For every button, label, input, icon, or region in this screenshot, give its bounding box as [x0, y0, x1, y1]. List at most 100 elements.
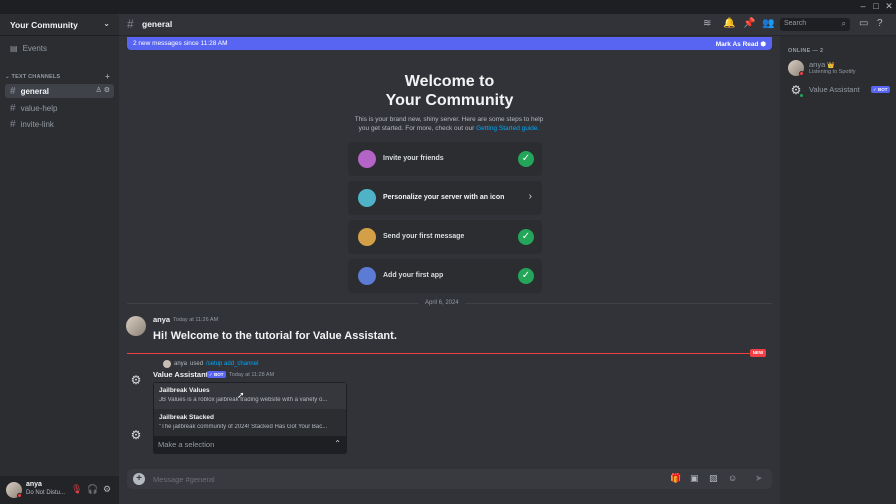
bot-badge: ✓ BOT: [207, 371, 226, 378]
mark-as-read-button[interactable]: Mark As Read ⬢: [716, 40, 766, 48]
help-icon[interactable]: ?: [877, 18, 883, 29]
send-icon[interactable]: ➤: [755, 473, 763, 484]
dnd-status-icon: [17, 493, 22, 498]
minimize-icon[interactable]: –: [857, 1, 869, 11]
server-header[interactable]: Your Community ⌄: [0, 14, 119, 36]
threads-icon[interactable]: ≋: [703, 18, 711, 29]
getting-started-link[interactable]: Getting Started guide.: [476, 125, 539, 132]
headphones-muted-icon[interactable]: 🎧: [87, 484, 98, 495]
task-invite-friends[interactable]: Invite your friends ✓: [348, 142, 542, 176]
select-placeholder: Make a selection: [158, 440, 215, 449]
events-label: Events: [22, 44, 48, 53]
app-icon: [358, 267, 376, 285]
member-value-assistant[interactable]: ⚙ Value Assistant ✓ BOT: [788, 80, 892, 100]
new-messages-banner[interactable]: 2 new messages since 11:28 AM Mark As Re…: [127, 37, 772, 50]
mouse-cursor-icon: ➚: [237, 390, 245, 400]
member-list-icon[interactable]: 👥: [762, 18, 774, 29]
server-name: Your Community: [10, 19, 78, 30]
slash-command[interactable]: /setup add_channel: [206, 361, 258, 367]
channel-label: invite-link: [20, 119, 54, 129]
member-name: Value Assistant: [809, 85, 860, 94]
avatar[interactable]: [126, 316, 146, 336]
option-description: "The jailbreak community of 2024! Stacke…: [159, 424, 328, 430]
events-link[interactable]: ▤ Events: [10, 44, 47, 53]
member-activity: Listening to Spotify: [809, 69, 856, 75]
date-divider: April 6, 2024: [419, 300, 465, 306]
online-header: ONLINE — 2: [788, 48, 824, 54]
command-reply-context[interactable]: anya used /setup add_channel: [163, 360, 258, 368]
hash-icon: #: [10, 102, 16, 114]
task-label: Personalize your server with an icon: [383, 194, 505, 201]
add-member-icon[interactable]: ♙: [95, 87, 101, 94]
online-status-icon: [799, 93, 804, 98]
sticker-icon[interactable]: ▧: [709, 473, 718, 484]
welcome-title-line1: Welcome to: [404, 73, 495, 90]
hash-icon: #: [10, 85, 16, 97]
mark-read-icon: ⬢: [760, 41, 766, 48]
option-title: Jailbreak Values: [159, 387, 210, 394]
check-icon: ✓: [518, 268, 534, 284]
reply-user: anya: [174, 361, 188, 367]
user-status: Do Not Distu...: [26, 490, 66, 496]
inbox-icon[interactable]: ▭: [859, 18, 868, 29]
member-anya[interactable]: anya 👑 Listening to Spotify: [788, 58, 892, 78]
gift-icon[interactable]: 🎁: [670, 473, 681, 484]
channel-value-help[interactable]: # value-help: [5, 101, 114, 115]
add-channel-icon[interactable]: +: [105, 72, 110, 81]
username: anya: [26, 481, 42, 488]
check-icon: ✓: [518, 229, 534, 245]
channel-sidebar: Your Community ⌄ ▤ Events ⌄ TEXT CHANNEL…: [0, 14, 119, 504]
chat-area: 2 new messages since 11:28 AM Mark As Re…: [119, 36, 780, 504]
message-author[interactable]: anya: [153, 315, 170, 324]
task-label: Invite your friends: [383, 155, 444, 162]
brush-icon: [358, 189, 376, 207]
message-composer[interactable]: + Message #general 🎁 ▣ ▧ ☺ ➤: [127, 469, 772, 489]
pin-icon[interactable]: 📌: [743, 18, 755, 29]
close-icon[interactable]: ✕: [883, 1, 895, 12]
message-timestamp: Today at 11:28 AM: [229, 372, 275, 378]
user-panel: anya Do Not Distu... 🎙 🎧 ⚙: [0, 476, 119, 504]
mic-muted-icon[interactable]: 🎙: [71, 484, 82, 495]
task-add-app[interactable]: Add your first app ✓: [348, 259, 542, 293]
category-text-channels[interactable]: ⌄ TEXT CHANNELS +: [5, 72, 114, 81]
task-label: Add your first app: [383, 272, 444, 279]
bot-badge: ✓ BOT: [871, 86, 890, 93]
chevron-up-icon: ⌃: [334, 439, 341, 448]
maximize-icon[interactable]: □: [870, 1, 882, 11]
message-input[interactable]: Message #general: [153, 475, 215, 484]
window-titlebar: – □ ✕: [0, 0, 896, 14]
gif-icon[interactable]: ▣: [690, 473, 699, 484]
select-option[interactable]: Jailbreak Stacked "The jailbreak communi…: [154, 410, 346, 436]
emoji-icon[interactable]: ☺: [728, 473, 737, 483]
message-author[interactable]: Value Assistant: [153, 370, 208, 379]
member-list: ONLINE — 2 anya 👑 Listening to Spotify ⚙…: [780, 36, 896, 504]
hash-icon: #: [10, 118, 16, 130]
message-text: Hi! Welcome to the tutorial for Value As…: [153, 330, 397, 342]
search-placeholder: Search: [784, 20, 807, 27]
bot-avatar-icon[interactable]: ⚙: [128, 372, 144, 388]
select-menu[interactable]: Make a selection ⌃: [153, 436, 347, 454]
gear-icon[interactable]: ⚙: [104, 87, 110, 94]
check-icon: ✓: [518, 151, 534, 167]
welcome-title-line2: Your Community: [385, 92, 514, 109]
bot-avatar-icon[interactable]: ⚙: [128, 427, 144, 443]
message-timestamp: Today at 11:26 AM: [173, 317, 219, 323]
gear-icon[interactable]: ⚙: [103, 484, 111, 495]
banner-text: 2 new messages since 11:28 AM: [133, 40, 228, 47]
search-input[interactable]: Search ⌕: [780, 18, 850, 31]
bell-icon[interactable]: 🔔: [723, 18, 735, 29]
option-title: Jailbreak Stacked: [159, 414, 214, 421]
chevron-right-icon: ›: [528, 191, 532, 202]
option-description: JB Values is a roblox jailbreak trading …: [159, 397, 328, 403]
task-personalize-icon[interactable]: Personalize your server with an icon ›: [348, 181, 542, 215]
attach-plus-icon[interactable]: +: [133, 473, 145, 485]
select-option[interactable]: Jailbreak Values JB Values is a roblox j…: [154, 383, 346, 409]
new-badge: NEW: [750, 349, 766, 357]
chevron-down-icon[interactable]: ⌄: [103, 19, 110, 28]
member-name: anya 👑: [809, 60, 835, 69]
dnd-status-icon: [799, 71, 804, 76]
task-first-message[interactable]: Send your first message ✓: [348, 220, 542, 254]
task-label: Send your first message: [383, 233, 465, 240]
channel-invite-link[interactable]: # invite-link: [5, 117, 114, 131]
channel-general[interactable]: # general ♙ ⚙: [5, 84, 114, 98]
